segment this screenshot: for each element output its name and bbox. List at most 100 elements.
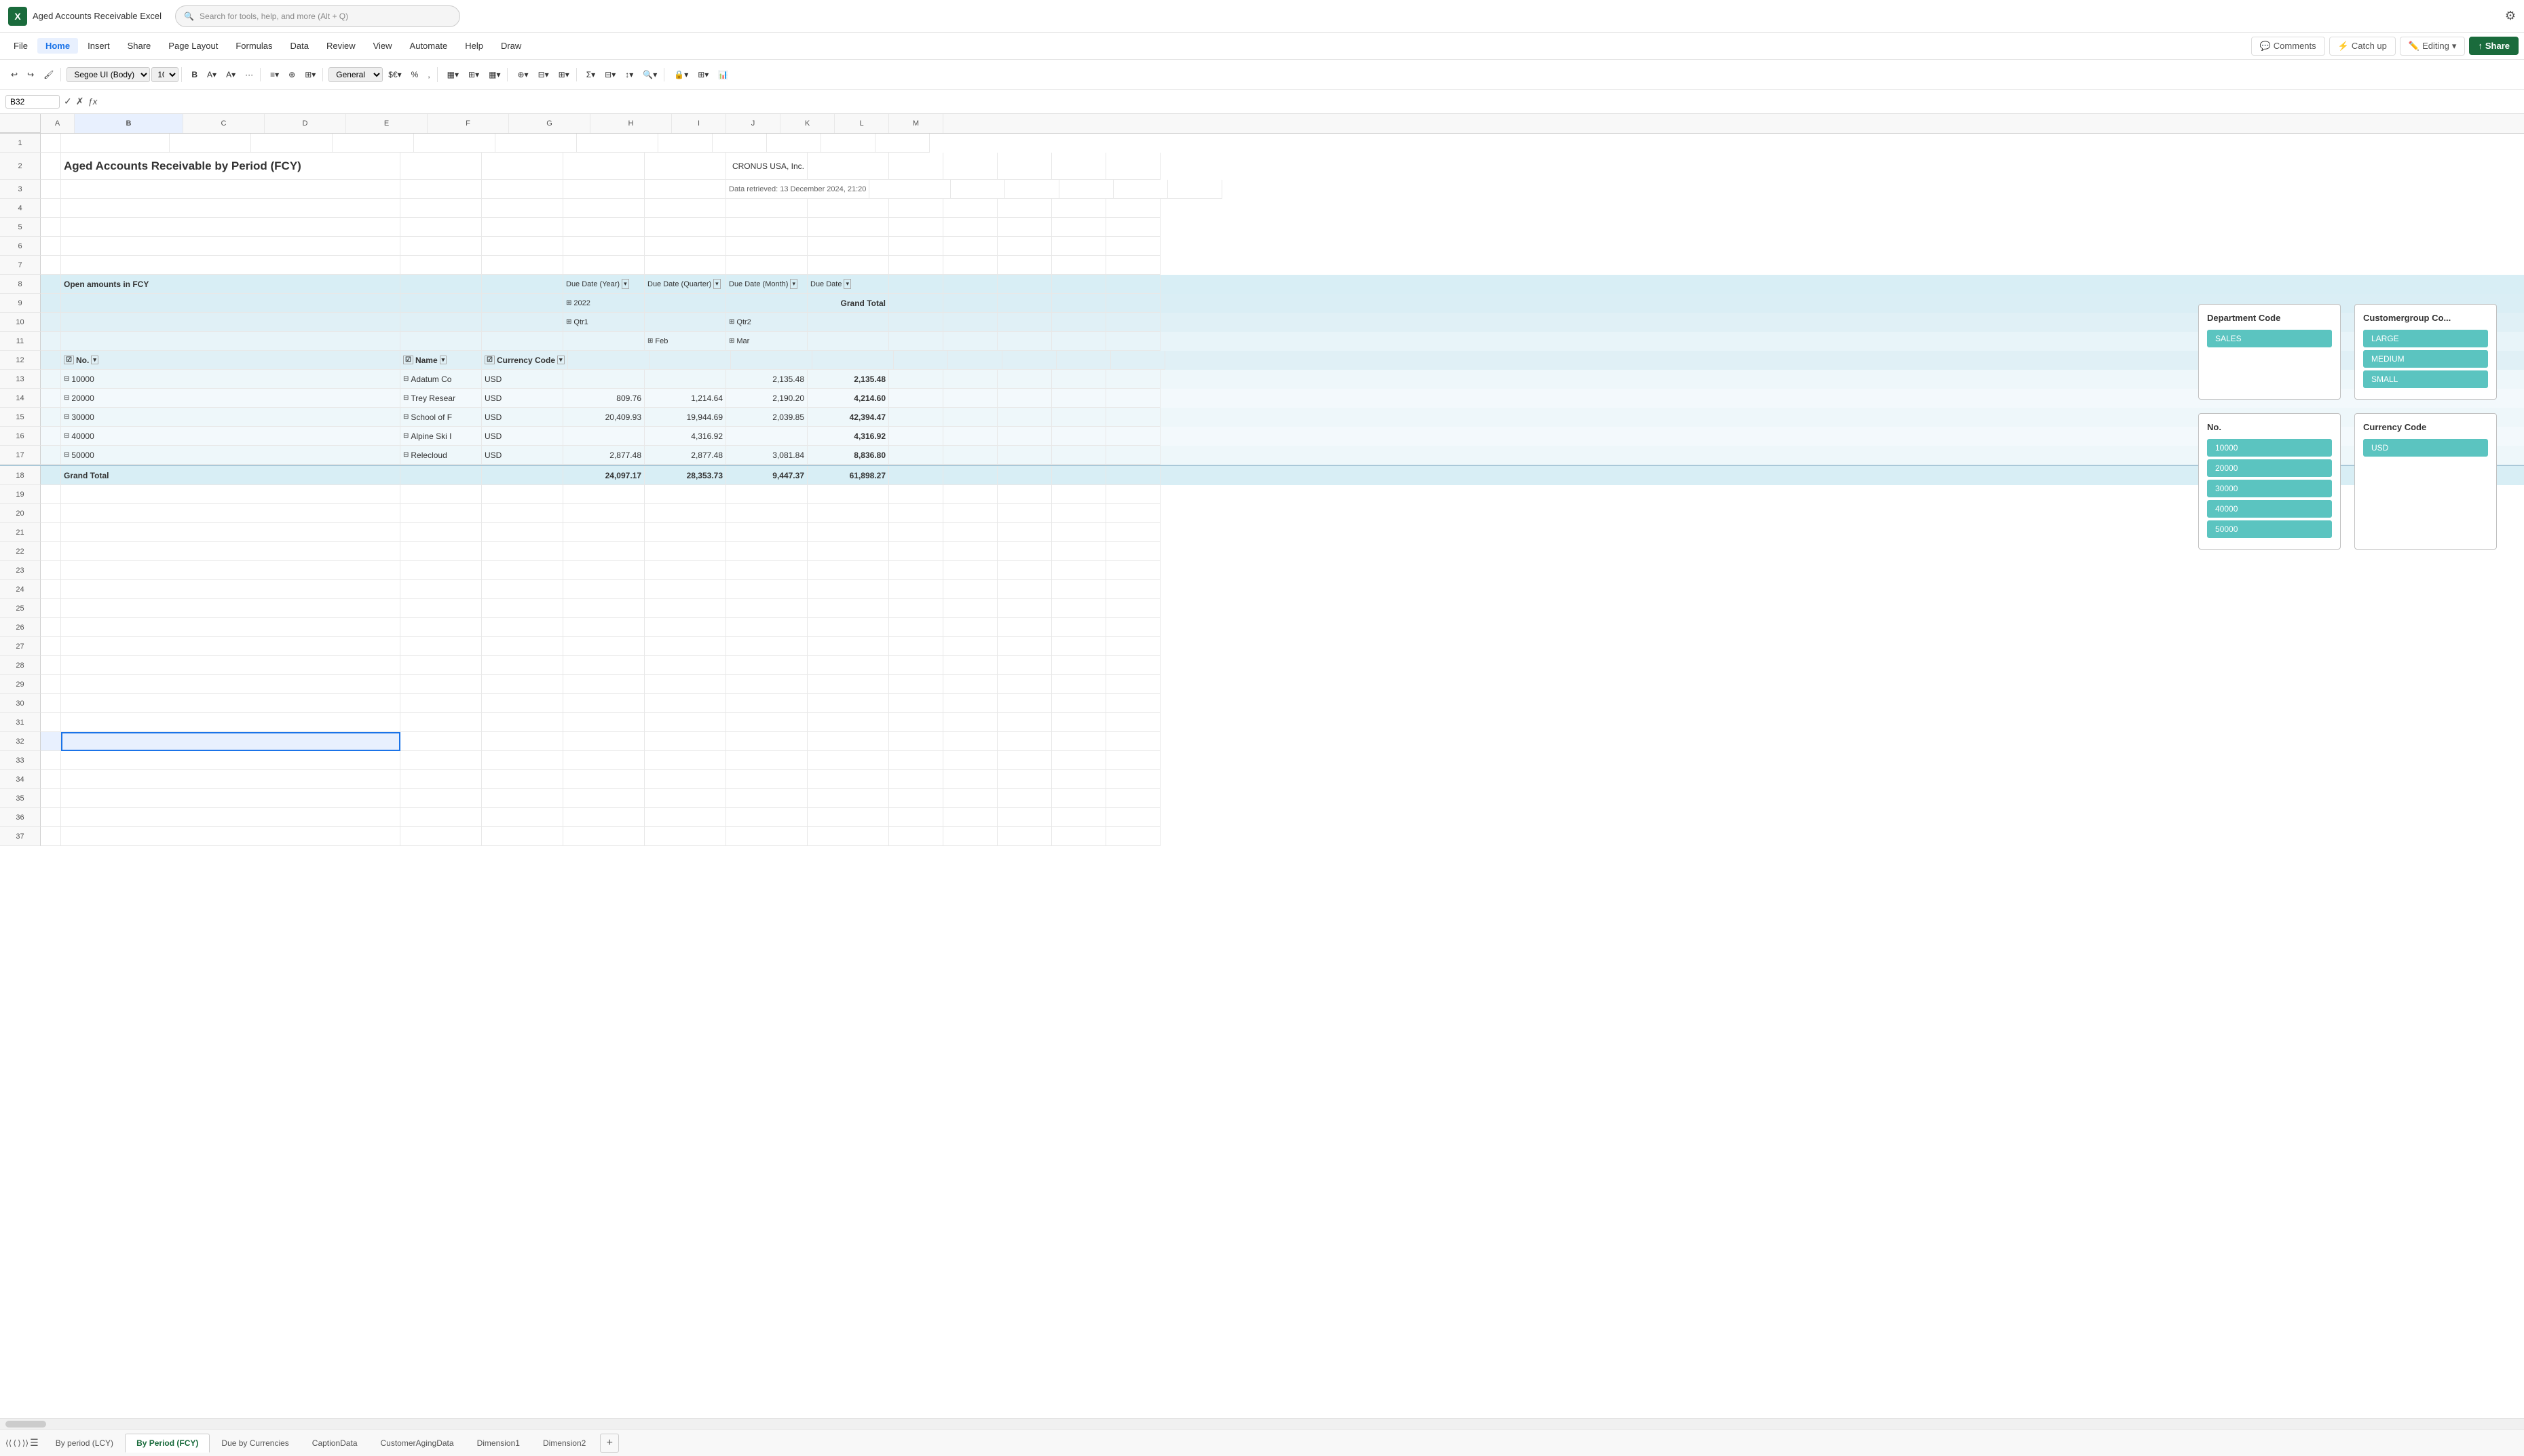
row-17-q1[interactable]: 2,877.48	[563, 446, 645, 465]
currency-format-button[interactable]: $€▾	[384, 68, 405, 81]
col-header-b[interactable]: B	[75, 114, 183, 133]
settings-icon[interactable]: ⚙	[2505, 9, 2516, 23]
comma-button[interactable]: ,	[423, 68, 434, 81]
menu-review[interactable]: Review	[318, 38, 364, 54]
col-header-m[interactable]: M	[889, 114, 943, 133]
name-filter-checkbox[interactable]: ☑	[403, 356, 413, 364]
row-15-total[interactable]: 42,394.47	[808, 408, 889, 427]
row-15-mar[interactable]: 2,039.85	[726, 408, 808, 427]
due-date-quarter-header[interactable]: Due Date (Quarter) ▾	[645, 275, 726, 294]
currency-filter-dropdown[interactable]: ▾	[557, 356, 565, 364]
row-16-feb[interactable]: 4,316.92	[645, 427, 726, 446]
insert-button[interactable]: ⊕▾	[513, 68, 532, 81]
conditional-format-button[interactable]: ▦▾	[443, 68, 463, 81]
highlight-button[interactable]: A▾	[203, 68, 221, 81]
col-header-d[interactable]: D	[265, 114, 346, 133]
find-button[interactable]: 🔍▾	[639, 68, 661, 81]
cg-chip-small[interactable]: SMALL	[2363, 370, 2488, 388]
formula-check-icon[interactable]: ✓	[64, 96, 72, 107]
paintbrush-button[interactable]: 🖌	[39, 68, 58, 81]
number-format-selector[interactable]: General	[328, 67, 383, 82]
sensitivity-button[interactable]: 🔒▾	[670, 68, 692, 81]
indent-button[interactable]: ⊕	[284, 68, 299, 81]
col-header-i[interactable]: I	[672, 114, 726, 133]
cell-b3[interactable]	[61, 180, 400, 199]
function-icon[interactable]: ƒx	[88, 96, 97, 107]
row-17-name[interactable]: ⊟Relecloud	[400, 446, 482, 465]
cg-chip-medium[interactable]: MEDIUM	[2363, 350, 2488, 368]
menu-page-layout[interactable]: Page Layout	[160, 38, 226, 54]
search-box[interactable]: 🔍 Search for tools, help, and more (Alt …	[175, 5, 460, 27]
redo-button[interactable]: ↪	[23, 68, 38, 81]
due-date-month-filter-icon[interactable]: ▾	[790, 279, 797, 289]
name-col-label[interactable]: ☑ Name ▾	[400, 351, 482, 370]
undo-button[interactable]: ↩	[7, 68, 22, 81]
sheet-tab-due-by-currencies[interactable]: Due by Currencies	[210, 1434, 300, 1453]
sheet-tab-dimension1[interactable]: Dimension1	[466, 1434, 531, 1453]
menu-formulas[interactable]: Formulas	[227, 38, 280, 54]
due-date-month-header[interactable]: Due Date (Month) ▾	[726, 275, 808, 294]
row-15-currency[interactable]: USD	[482, 408, 563, 427]
sheet-nav-next-next[interactable]: ⟩⟩	[22, 1438, 29, 1448]
sheet-tab-caption-data[interactable]: CaptionData	[301, 1434, 369, 1453]
grand-total-feb[interactable]: 28,353.73	[645, 466, 726, 485]
col-header-l[interactable]: L	[835, 114, 889, 133]
row-13-q2[interactable]: 2,135.48	[726, 370, 808, 389]
row-16-name[interactable]: ⊟Alpine Ski I	[400, 427, 482, 446]
row-17-mar[interactable]: 3,081.84	[726, 446, 808, 465]
row-17-no[interactable]: ⊟50000	[61, 446, 400, 465]
bold-button[interactable]: B	[187, 68, 202, 81]
row-16-no[interactable]: ⊟40000	[61, 427, 400, 446]
row-16-currency[interactable]: USD	[482, 427, 563, 446]
fill-button[interactable]: ⊟▾	[601, 68, 620, 81]
row-15-name[interactable]: ⊟School of F	[400, 408, 482, 427]
row-17-total[interactable]: 8,836.80	[808, 446, 889, 465]
table-button[interactable]: ⊞▾	[464, 68, 483, 81]
qtr1-cell[interactable]: ⊞ Qtr1	[563, 313, 645, 332]
row-15-feb[interactable]: 19,944.69	[645, 408, 726, 427]
row-13-name[interactable]: ⊟Adatum Co	[400, 370, 482, 389]
pivot-open-amounts-label[interactable]: Open amounts in FCY	[61, 275, 400, 294]
due-date-year-filter-icon[interactable]: ▾	[622, 279, 629, 289]
menu-draw[interactable]: Draw	[493, 38, 529, 54]
year-2022-cell[interactable]: ⊞ 2022	[563, 294, 645, 313]
currency-filter-checkbox[interactable]: ☑	[485, 356, 495, 364]
currency-code-col-label[interactable]: ☑ Currency Code ▾	[482, 351, 568, 370]
qtr2-expand[interactable]: ⊞	[729, 318, 734, 326]
menu-share[interactable]: Share	[119, 38, 159, 54]
feb-expand[interactable]: ⊞	[647, 337, 653, 345]
cell-k1[interactable]	[767, 134, 821, 153]
chart-button[interactable]: 📊	[714, 68, 732, 81]
cell-f1[interactable]	[414, 134, 495, 153]
cell-a3[interactable]	[41, 180, 61, 199]
row-14-currency[interactable]: USD	[482, 389, 563, 408]
no-chip-10000[interactable]: 10000	[2207, 439, 2332, 457]
sort-button[interactable]: ↕▾	[621, 68, 637, 81]
catchup-button[interactable]: ⚡ Catch up	[2329, 37, 2396, 56]
cg-chip-large[interactable]: LARGE	[2363, 330, 2488, 347]
sheet-tab-customer-aging[interactable]: CustomerAgingData	[369, 1434, 466, 1453]
col-header-g[interactable]: G	[509, 114, 590, 133]
col-header-c[interactable]: C	[183, 114, 265, 133]
sheet-nav-next[interactable]: ⟩	[18, 1438, 21, 1448]
row-15-q1[interactable]: 20,409.93	[563, 408, 645, 427]
cell-a1[interactable]	[41, 134, 61, 153]
editing-button[interactable]: ✏️ Editing ▾	[2400, 37, 2465, 56]
sum-button[interactable]: Σ▾	[582, 68, 599, 81]
sheet-tab-dimension2[interactable]: Dimension2	[531, 1434, 597, 1453]
cell-d1[interactable]	[251, 134, 333, 153]
row-14-total[interactable]: 4,214.60	[808, 389, 889, 408]
no-col-label[interactable]: ☑ No. ▾	[61, 351, 400, 370]
row-14-no[interactable]: ⊟20000	[61, 389, 400, 408]
cell-l1[interactable]	[821, 134, 875, 153]
col-header-e[interactable]: E	[346, 114, 428, 133]
menu-automate[interactable]: Automate	[402, 38, 456, 54]
cell-g1[interactable]	[495, 134, 577, 153]
currency-chip-usd[interactable]: USD	[2363, 439, 2488, 457]
format-cells-button[interactable]: ⊞▾	[554, 68, 573, 81]
formula-cancel-icon[interactable]: ✗	[76, 96, 84, 107]
grand-total-label[interactable]: Grand Total	[61, 466, 400, 485]
menu-insert[interactable]: Insert	[79, 38, 118, 54]
wrap-button[interactable]: ⊞▾	[301, 68, 320, 81]
grand-total-amount[interactable]: 61,898.27	[808, 466, 889, 485]
